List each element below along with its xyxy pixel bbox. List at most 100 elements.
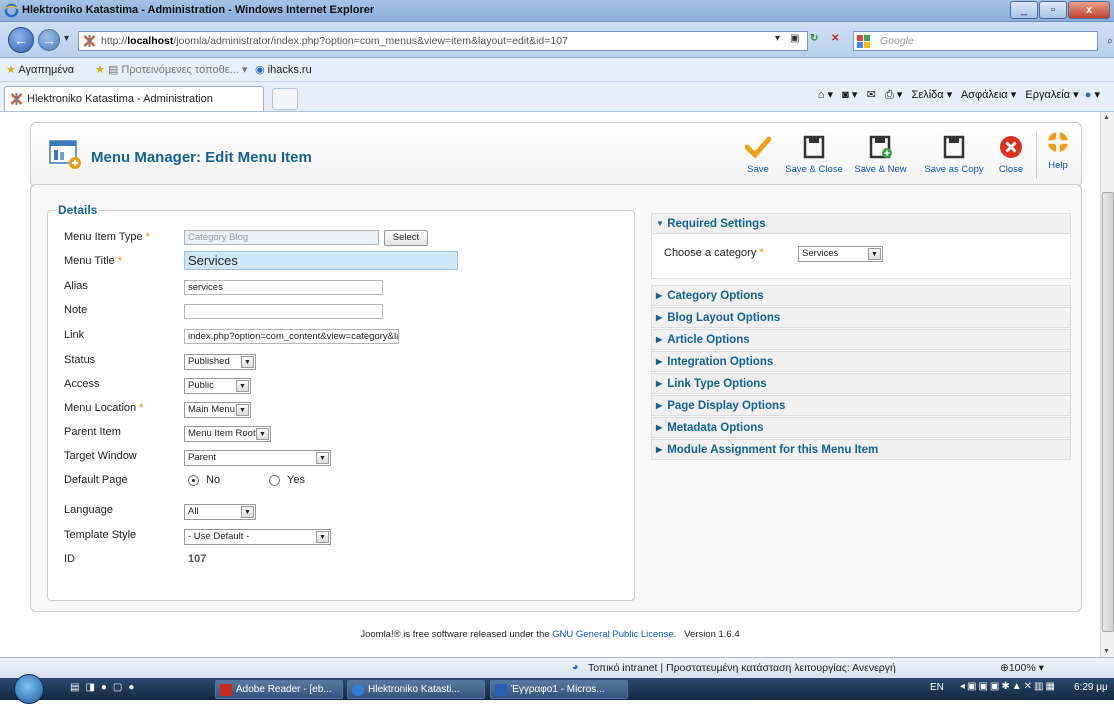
history-dropdown-icon[interactable]: ▾ bbox=[64, 33, 69, 49]
safety-menu[interactable]: Ασφάλεια ▾ bbox=[961, 89, 1016, 101]
link-type-options-pane-toggle[interactable]: ▶ Link Type Options bbox=[651, 373, 1071, 394]
add-favorite-icon: ★ bbox=[95, 64, 105, 76]
required-settings-body: Choose a category * Services ▼ bbox=[651, 235, 1071, 279]
help-circle-icon[interactable]: ● bbox=[1085, 89, 1092, 101]
alias-input[interactable]: services bbox=[184, 280, 383, 295]
scroll-up-arrow-icon[interactable]: ▲ bbox=[1103, 114, 1110, 121]
security-zone-text[interactable]: Τοπικό intranet | Προστατευμένη κατάστασ… bbox=[588, 662, 896, 674]
suggested-sites-button[interactable]: ★ ▤ Προτεινόμενες τοποθε... ▾ bbox=[95, 63, 247, 76]
forward-button[interactable]: → bbox=[38, 29, 60, 51]
page-display-options-pane-toggle[interactable]: ▶ Page Display Options bbox=[651, 395, 1071, 416]
clock[interactable]: 6:29 μμ bbox=[1074, 682, 1108, 693]
default-page-no-radio[interactable] bbox=[188, 475, 199, 486]
zoom-control[interactable]: ⊕100% ▾ bbox=[1000, 662, 1044, 674]
minimize-button[interactable]: _ bbox=[1010, 1, 1038, 19]
page-scrollbar[interactable]: ▲ ▼ bbox=[1100, 112, 1114, 657]
parent-item-label: Parent Item bbox=[64, 426, 121, 438]
mail-icon[interactable]: ✉ bbox=[867, 89, 876, 101]
address-dropdown-icon[interactable]: ▾ bbox=[775, 33, 780, 49]
toolbar-box: Menu Manager: Edit Menu Item Save Save &… bbox=[30, 122, 1082, 187]
taskbar-adobe-reader[interactable]: Adobe Reader - [eb... bbox=[215, 680, 343, 699]
menu-manager-icon bbox=[49, 140, 81, 169]
save-button[interactable]: Save bbox=[743, 135, 773, 175]
options-sliders: ▼ Required Settings Choose a category * S… bbox=[651, 213, 1071, 461]
adobe-reader-icon bbox=[220, 684, 232, 696]
scrollbar-thumb[interactable] bbox=[1102, 192, 1114, 632]
template-style-select[interactable]: - Use Default - ▼ bbox=[184, 529, 331, 545]
command-bar: ⌂ ▾ ◙ ▾ ✉ ⎙ ▾ Σελίδα ▾ Ασφάλεια ▾ Εργαλε… bbox=[817, 89, 1100, 101]
page-footer: Joomla!® is free software released under… bbox=[0, 629, 1100, 640]
forward-arrow-icon: → bbox=[42, 32, 56, 48]
back-button[interactable]: ← bbox=[8, 27, 34, 53]
floppy-disk-plus-icon bbox=[869, 135, 892, 159]
chevron-down-icon: ▼ bbox=[241, 356, 254, 368]
required-settings-pane-toggle[interactable]: ▼ Required Settings bbox=[651, 213, 1071, 234]
status-label: Status bbox=[64, 354, 96, 366]
language-indicator[interactable]: EN bbox=[930, 682, 944, 693]
scroll-down-arrow-icon[interactable]: ▼ bbox=[1103, 648, 1110, 655]
quick-launch-icons[interactable]: ▤◨●▢● bbox=[70, 682, 140, 693]
choose-category-label: Choose a category * bbox=[664, 247, 764, 259]
compatibility-view-icon[interactable]: ▣ bbox=[790, 33, 799, 49]
link-label: Link bbox=[64, 329, 85, 341]
chevron-down-icon: ▼ bbox=[316, 452, 329, 464]
id-value: 107 bbox=[188, 553, 207, 565]
save-as-copy-button[interactable]: Save as Copy bbox=[921, 135, 987, 175]
integration-options-pane-toggle[interactable]: ▶ Integration Options bbox=[651, 351, 1071, 372]
system-tray-icons[interactable]: ◂▣▣▣✱▲✕▥▦ bbox=[960, 681, 1057, 692]
tools-menu[interactable]: Εργαλεία ▾ bbox=[1025, 89, 1078, 101]
page-title: Menu Manager: Edit Menu Item bbox=[91, 149, 312, 166]
save-close-button[interactable]: Save & Close bbox=[783, 135, 845, 175]
gpl-license-link[interactable]: GNU General Public License. bbox=[552, 629, 676, 640]
new-tab-button[interactable] bbox=[272, 88, 298, 110]
taskbar-internet-explorer[interactable]: Hlektroniko Katasti... bbox=[347, 680, 485, 699]
page-menu[interactable]: Σελίδα ▾ bbox=[912, 89, 953, 101]
target-window-select[interactable]: Parent ▼ bbox=[184, 450, 331, 466]
help-button[interactable]: Help bbox=[1044, 129, 1072, 171]
zoom-icon: ⊕ bbox=[1000, 662, 1009, 674]
taskbar-word[interactable]: Έγγραφο1 - Micros... bbox=[490, 680, 628, 699]
metadata-options-pane-toggle[interactable]: ▶ Metadata Options bbox=[651, 417, 1071, 438]
close-window-button[interactable]: x bbox=[1068, 1, 1110, 19]
status-bar: ◕ Τοπικό intranet | Προστατευμένη κατάστ… bbox=[0, 657, 1114, 678]
status-select[interactable]: Published ▼ bbox=[184, 354, 256, 370]
stop-icon[interactable]: ✕ bbox=[831, 33, 839, 49]
access-select[interactable]: Public ▼ bbox=[184, 378, 251, 394]
select-type-button[interactable]: Select bbox=[384, 230, 428, 246]
expanded-triangle-icon: ▼ bbox=[656, 219, 664, 228]
window-title-bar: Hlektroniko Katastima - Administration -… bbox=[0, 0, 1114, 22]
favorites-button[interactable]: ★ Αγαπημένα bbox=[6, 63, 74, 76]
refresh-icon[interactable]: ↻ bbox=[810, 33, 818, 49]
search-input[interactable]: Google ⌕ bbox=[853, 31, 1113, 51]
ihacks-link[interactable]: ◉ ihacks.ru bbox=[255, 63, 312, 76]
print-icon[interactable]: ⎙ ▾ bbox=[885, 89, 902, 101]
chevron-down-icon: ▼ bbox=[241, 506, 254, 518]
parent-item-select[interactable]: Menu Item Root ▼ bbox=[184, 426, 271, 442]
blog-layout-options-pane-toggle[interactable]: ▶ Blog Layout Options bbox=[651, 307, 1071, 328]
lifebuoy-icon bbox=[1048, 132, 1068, 152]
save-new-button[interactable]: Save & New bbox=[853, 135, 908, 175]
tab-administration[interactable]: Hlektroniko Katastima - Administration bbox=[4, 86, 264, 111]
default-page-yes-radio[interactable] bbox=[269, 475, 280, 486]
article-options-pane-toggle[interactable]: ▶ Article Options bbox=[651, 329, 1071, 350]
feeds-icon[interactable]: ◙ ▾ bbox=[842, 89, 857, 101]
home-icon[interactable]: ⌂ ▾ bbox=[818, 89, 833, 101]
language-select[interactable]: All ▼ bbox=[184, 504, 256, 520]
url-host: localhost bbox=[127, 35, 174, 47]
address-input[interactable]: http://localhost/joomla/administrator/in… bbox=[78, 31, 808, 51]
id-label: ID bbox=[64, 553, 75, 565]
menu-location-select[interactable]: Main Menu ▼ bbox=[184, 402, 251, 418]
close-button[interactable]: Close bbox=[996, 135, 1026, 175]
choose-category-select[interactable]: Services ▼ bbox=[798, 246, 883, 262]
menu-title-input[interactable]: Services bbox=[184, 251, 458, 270]
search-magnifier-icon[interactable]: ⌕ bbox=[1107, 32, 1113, 50]
note-input[interactable] bbox=[184, 304, 383, 319]
link-input[interactable]: index.php?option=com_content&view=catego… bbox=[184, 329, 399, 344]
favorites-bar: ★ Αγαπημένα ★ ▤ Προτεινόμενες τοποθε... … bbox=[0, 58, 1114, 82]
alias-label: Alias bbox=[64, 280, 88, 292]
maximize-button[interactable]: ▫ bbox=[1039, 1, 1067, 19]
module-assignment-pane-toggle[interactable]: ▶ Module Assignment for this Menu Item bbox=[651, 439, 1071, 460]
category-options-pane-toggle[interactable]: ▶ Category Options bbox=[651, 285, 1071, 306]
google-logo-icon bbox=[857, 35, 870, 48]
floppy-disk-icon bbox=[803, 135, 825, 159]
